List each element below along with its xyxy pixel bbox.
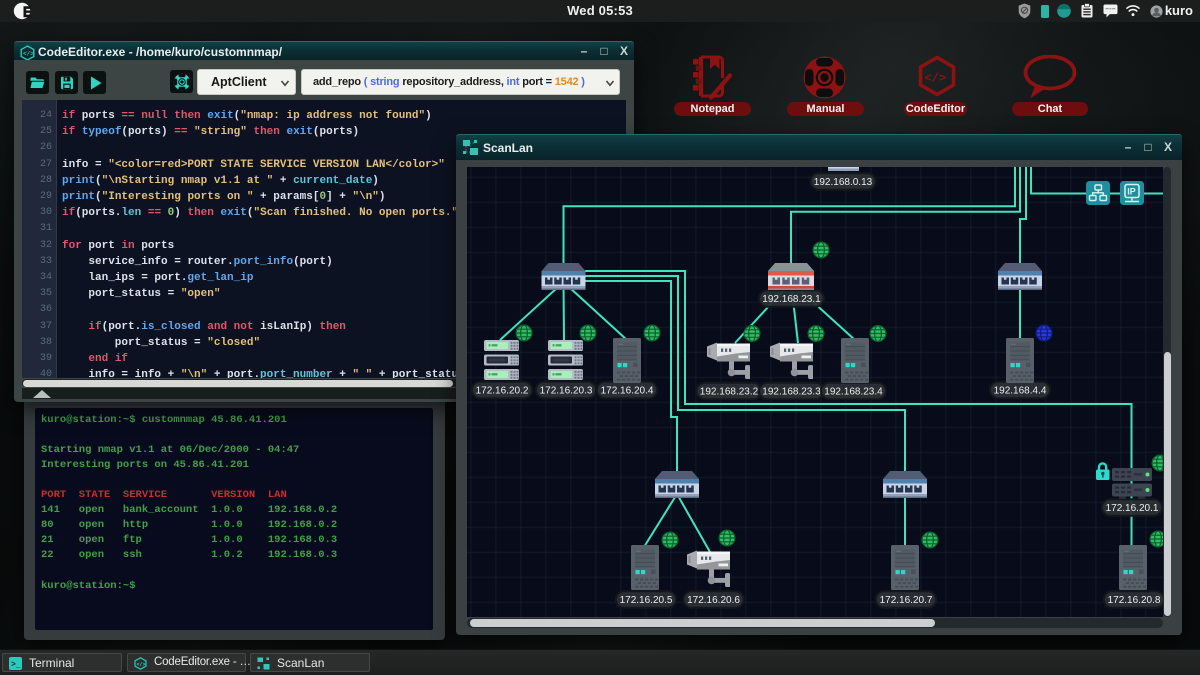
svg-text:</>: </> — [137, 661, 146, 667]
svg-text:192.168.23.2: 192.168.23.2 — [700, 387, 759, 398]
svg-text:172.16.20.4: 172.16.20.4 — [601, 386, 654, 397]
svg-text:172.16.20.1: 172.16.20.1 — [1106, 503, 1159, 514]
svg-text:172.16.20.7: 172.16.20.7 — [880, 595, 933, 606]
svg-text:</>: </> — [23, 50, 34, 57]
svg-text:172.16.20.3: 172.16.20.3 — [540, 386, 593, 397]
svg-text:</>: </> — [925, 72, 947, 86]
svg-text:172.16.20.2: 172.16.20.2 — [476, 386, 529, 397]
svg-text:>_: >_ — [11, 660, 21, 669]
svg-text:192.168.0.13: 192.168.0.13 — [814, 177, 873, 188]
svg-text:172.16.20.8: 172.16.20.8 — [1108, 595, 1161, 606]
svg-text:172.16.20.6: 172.16.20.6 — [687, 595, 740, 606]
svg-text:192.168.4.4: 192.168.4.4 — [994, 386, 1047, 397]
svg-text:IP: IP — [1127, 187, 1136, 197]
svg-text:192.168.23.1: 192.168.23.1 — [762, 294, 821, 305]
svg-text:192.168.23.3: 192.168.23.3 — [762, 387, 821, 398]
svg-text:192.168.23.4: 192.168.23.4 — [824, 387, 883, 398]
svg-text:172.16.20.5: 172.16.20.5 — [620, 595, 673, 606]
